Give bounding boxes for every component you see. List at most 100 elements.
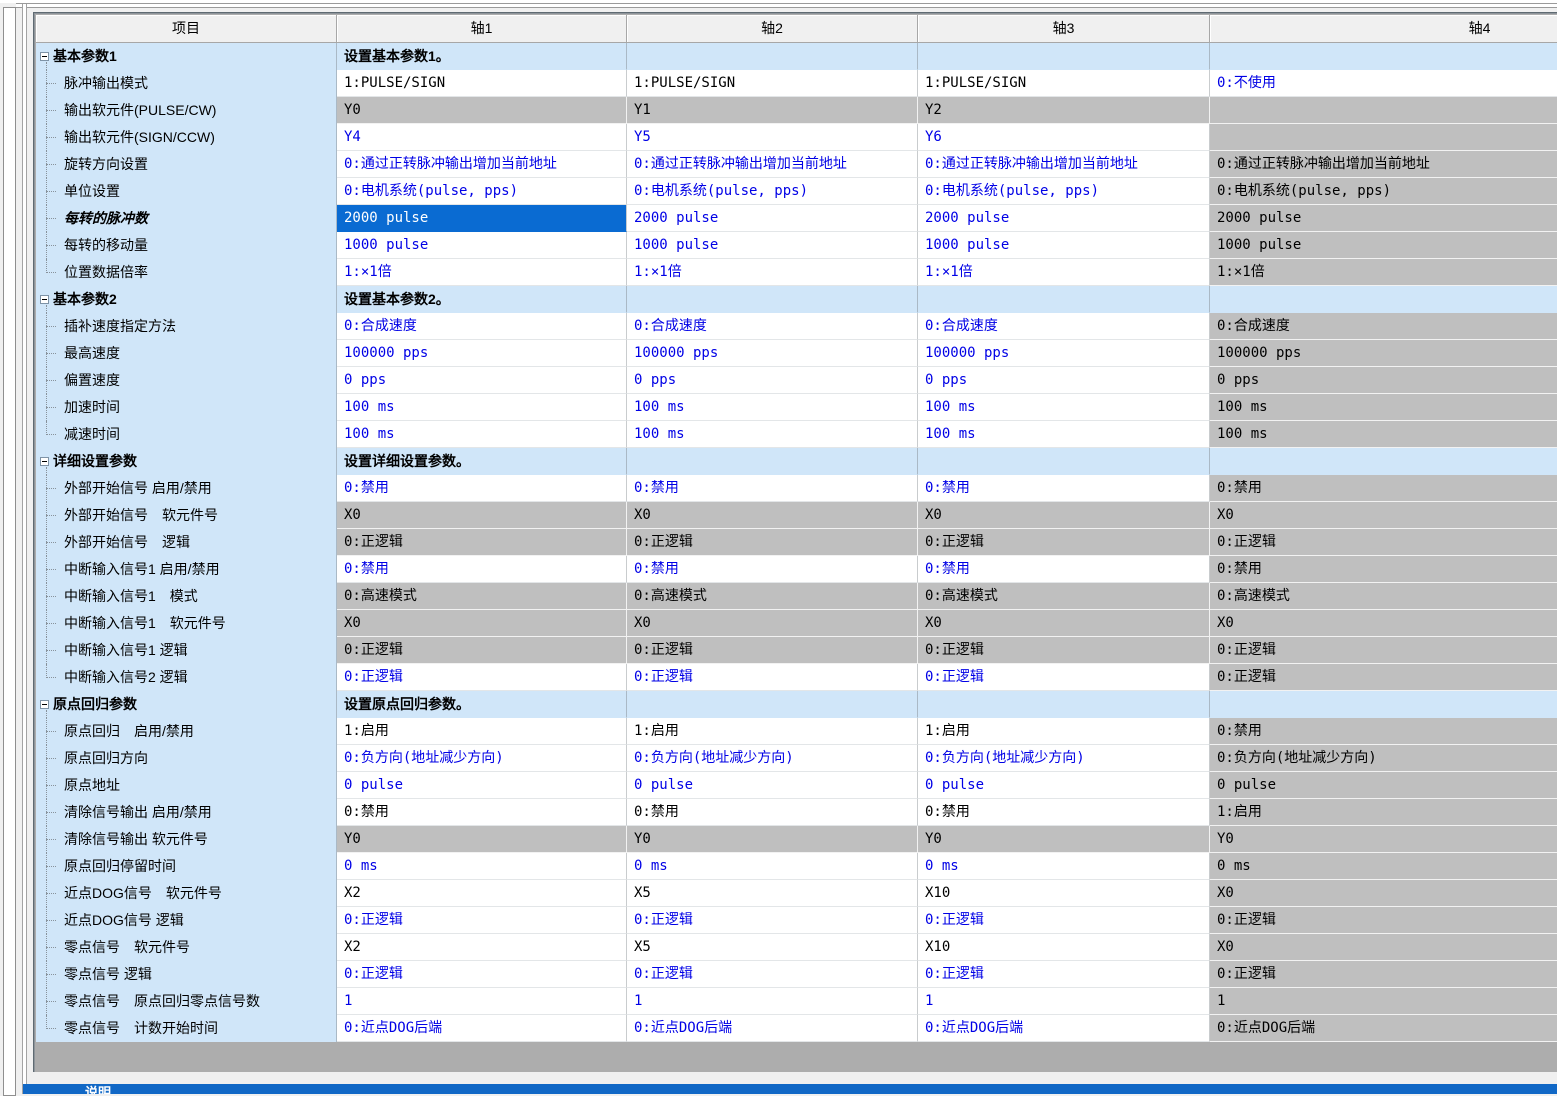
- param-cell-axis1[interactable]: 0 pps: [337, 367, 627, 394]
- param-cell-axis3[interactable]: Y0: [918, 826, 1210, 853]
- param-cell-axis3[interactable]: 1000 pulse: [918, 232, 1210, 259]
- param-cell-axis1[interactable]: 1:启用: [337, 718, 627, 745]
- param-cell-axis1[interactable]: 0:禁用: [337, 799, 627, 826]
- param-cell-axis3[interactable]: 2000 pulse: [918, 205, 1210, 232]
- left-docked-panel-edge[interactable]: [3, 7, 16, 1096]
- param-cell-axis4[interactable]: 0:正逻辑: [1210, 907, 1557, 934]
- param-cell-axis3[interactable]: 0:正逻辑: [918, 529, 1210, 556]
- param-cell-axis4[interactable]: 0:禁用: [1210, 718, 1557, 745]
- param-cell-axis2[interactable]: 100 ms: [627, 421, 918, 448]
- param-cell-axis3[interactable]: 0:正逻辑: [918, 664, 1210, 691]
- param-cell-axis1[interactable]: 0:正逻辑: [337, 907, 627, 934]
- param-cell-axis1[interactable]: X2: [337, 880, 627, 907]
- param-cell-axis2[interactable]: 0:禁用: [627, 799, 918, 826]
- param-cell-axis3[interactable]: 1:启用: [918, 718, 1210, 745]
- param-cell-axis2[interactable]: 1000 pulse: [627, 232, 918, 259]
- param-cell-axis2[interactable]: 1:PULSE/SIGN: [627, 70, 918, 97]
- param-cell-axis4[interactable]: 100000 pps: [1210, 340, 1557, 367]
- collapse-icon[interactable]: [40, 295, 49, 304]
- param-cell-axis4[interactable]: [1210, 124, 1557, 151]
- collapse-icon[interactable]: [40, 457, 49, 466]
- param-cell-axis4[interactable]: 0 pps: [1210, 367, 1557, 394]
- collapse-icon[interactable]: [40, 700, 49, 709]
- param-cell-axis3[interactable]: 1:×1倍: [918, 259, 1210, 286]
- param-cell-axis2[interactable]: 0:合成速度: [627, 313, 918, 340]
- param-cell-axis2[interactable]: 0:近点DOG后端: [627, 1015, 918, 1042]
- param-cell-axis4[interactable]: 2000 pulse: [1210, 205, 1557, 232]
- param-cell-axis1[interactable]: 0:正逻辑: [337, 961, 627, 988]
- param-cell-axis3[interactable]: Y6: [918, 124, 1210, 151]
- param-cell-axis2[interactable]: 1:启用: [627, 718, 918, 745]
- param-cell-axis1[interactable]: 0:负方向(地址减少方向): [337, 745, 627, 772]
- param-cell-axis1[interactable]: 1:PULSE/SIGN: [337, 70, 627, 97]
- param-cell-axis2[interactable]: 2000 pulse: [627, 205, 918, 232]
- param-cell-axis2[interactable]: X5: [627, 934, 918, 961]
- param-cell-axis4[interactable]: 0:电机系统(pulse, pps): [1210, 178, 1557, 205]
- param-cell-axis1[interactable]: 0:正逻辑: [337, 637, 627, 664]
- param-cell-axis2[interactable]: 0:正逻辑: [627, 961, 918, 988]
- param-cell-axis2[interactable]: Y5: [627, 124, 918, 151]
- param-cell-axis3[interactable]: 0:合成速度: [918, 313, 1210, 340]
- param-cell-axis2[interactable]: 0:通过正转脉冲输出增加当前地址: [627, 151, 918, 178]
- param-cell-axis3[interactable]: 0:禁用: [918, 475, 1210, 502]
- param-cell-axis4[interactable]: 0:禁用: [1210, 475, 1557, 502]
- param-cell-axis2[interactable]: Y0: [627, 826, 918, 853]
- param-cell-axis1[interactable]: 0:电机系统(pulse, pps): [337, 178, 627, 205]
- param-cell-axis3[interactable]: 100 ms: [918, 394, 1210, 421]
- param-cell-axis4[interactable]: 0:正逻辑: [1210, 664, 1557, 691]
- param-cell-axis1[interactable]: X0: [337, 502, 627, 529]
- param-cell-axis4[interactable]: 0:正逻辑: [1210, 961, 1557, 988]
- param-cell-axis3[interactable]: 1:PULSE/SIGN: [918, 70, 1210, 97]
- param-cell-axis4[interactable]: 0:近点DOG后端: [1210, 1015, 1557, 1042]
- param-cell-axis4[interactable]: X0: [1210, 502, 1557, 529]
- param-cell-axis4[interactable]: X0: [1210, 880, 1557, 907]
- param-cell-axis2[interactable]: Y1: [627, 97, 918, 124]
- param-cell-axis4[interactable]: 0:负方向(地址减少方向): [1210, 745, 1557, 772]
- param-cell-axis1[interactable]: 0:近点DOG后端: [337, 1015, 627, 1042]
- param-cell-axis4[interactable]: 0:正逻辑: [1210, 529, 1557, 556]
- param-cell-axis4[interactable]: 0:禁用: [1210, 556, 1557, 583]
- param-cell-axis1[interactable]: 0 ms: [337, 853, 627, 880]
- param-cell-axis2[interactable]: 0:禁用: [627, 556, 918, 583]
- param-cell-axis2[interactable]: 0:正逻辑: [627, 907, 918, 934]
- param-cell-axis1[interactable]: 100 ms: [337, 394, 627, 421]
- param-cell-axis3[interactable]: 0:禁用: [918, 556, 1210, 583]
- param-cell-axis2[interactable]: 100 ms: [627, 394, 918, 421]
- collapse-icon[interactable]: [40, 52, 49, 61]
- param-cell-axis2[interactable]: 0 pulse: [627, 772, 918, 799]
- param-cell-axis3[interactable]: 0:禁用: [918, 799, 1210, 826]
- param-cell-axis3[interactable]: 1: [918, 988, 1210, 1015]
- param-cell-axis3[interactable]: 0:电机系统(pulse, pps): [918, 178, 1210, 205]
- param-cell-axis2[interactable]: 0:负方向(地址减少方向): [627, 745, 918, 772]
- param-cell-axis1[interactable]: 1:×1倍: [337, 259, 627, 286]
- param-cell-axis3[interactable]: X0: [918, 610, 1210, 637]
- param-cell-axis3[interactable]: X10: [918, 934, 1210, 961]
- param-cell-axis1[interactable]: Y0: [337, 826, 627, 853]
- param-cell-axis4[interactable]: 0:合成速度: [1210, 313, 1557, 340]
- param-cell-axis4[interactable]: 0:不使用: [1210, 70, 1557, 97]
- param-cell-axis1[interactable]: 0 pulse: [337, 772, 627, 799]
- param-cell-axis2[interactable]: X0: [627, 502, 918, 529]
- param-cell-axis3[interactable]: 0:通过正转脉冲输出增加当前地址: [918, 151, 1210, 178]
- param-cell-axis3[interactable]: 0:负方向(地址减少方向): [918, 745, 1210, 772]
- param-cell-axis1[interactable]: Y4: [337, 124, 627, 151]
- param-cell-axis3[interactable]: 0 ms: [918, 853, 1210, 880]
- param-cell-axis1[interactable]: 100000 pps: [337, 340, 627, 367]
- param-cell-axis1[interactable]: 0:禁用: [337, 475, 627, 502]
- param-cell-axis2[interactable]: 0 pps: [627, 367, 918, 394]
- param-cell-axis4[interactable]: 100 ms: [1210, 421, 1557, 448]
- param-cell-axis1[interactable]: 1: [337, 988, 627, 1015]
- param-cell-axis2[interactable]: 0:高速模式: [627, 583, 918, 610]
- param-cell-axis3[interactable]: 0:正逻辑: [918, 637, 1210, 664]
- param-cell-axis3[interactable]: Y2: [918, 97, 1210, 124]
- left-splitter[interactable]: [22, 4, 27, 1094]
- param-cell-axis4[interactable]: X0: [1210, 610, 1557, 637]
- param-cell-axis2[interactable]: 0:禁用: [627, 475, 918, 502]
- param-cell-axis3[interactable]: 0:近点DOG后端: [918, 1015, 1210, 1042]
- param-cell-axis4[interactable]: 0 pulse: [1210, 772, 1557, 799]
- param-cell-axis1[interactable]: X2: [337, 934, 627, 961]
- param-cell-axis4[interactable]: 1:×1倍: [1210, 259, 1557, 286]
- param-cell-axis3[interactable]: 0:高速模式: [918, 583, 1210, 610]
- param-cell-axis2[interactable]: 1:×1倍: [627, 259, 918, 286]
- param-cell-axis2[interactable]: 0:电机系统(pulse, pps): [627, 178, 918, 205]
